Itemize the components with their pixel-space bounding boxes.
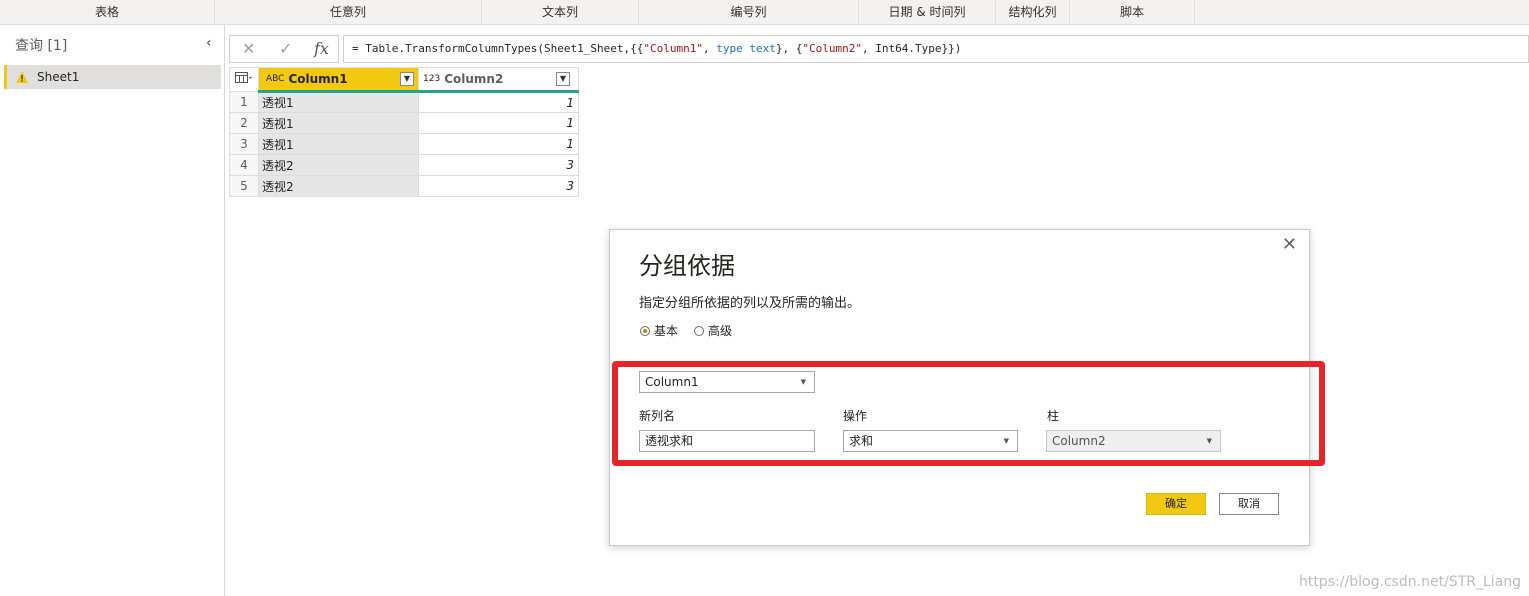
query-item-label: Sheet1: [37, 70, 80, 84]
chevron-down-icon: ▼: [1003, 437, 1009, 445]
row-number: 5: [229, 175, 259, 197]
row-number: 1: [229, 91, 259, 113]
formula-bar-controls: ✕ ✓ fx: [229, 35, 339, 63]
group-by-dialog: ✕ 分组依据 指定分组所依据的列以及所需的输出。 基本 高级 Column1 ▼…: [609, 229, 1310, 546]
chevron-left-icon[interactable]: ‹: [206, 35, 212, 51]
formula-text: }, {: [775, 42, 803, 55]
operation-label: 操作: [843, 409, 868, 423]
cell[interactable]: 3: [418, 154, 579, 176]
column-name: Column1: [288, 72, 348, 86]
cell[interactable]: 1: [418, 112, 579, 134]
ribbon-group-number-column[interactable]: 编号列: [639, 0, 859, 24]
check-icon[interactable]: ✓: [279, 39, 292, 58]
ribbon-tabs: 表格 任意列 文本列 编号列 日期 & 时间列 结构化列 脚本: [0, 0, 1529, 25]
table-row: 5 透视2 3: [229, 175, 579, 197]
data-grid: ABC Column1 ▼ 123 Column2 ▼ 1 透视1 1 2 透视…: [229, 67, 579, 197]
cell[interactable]: 1: [418, 91, 579, 113]
fx-icon[interactable]: fx: [314, 39, 329, 58]
ribbon-group-scripts[interactable]: 脚本: [1070, 0, 1195, 24]
ribbon-group-text-column[interactable]: 文本列: [482, 0, 639, 24]
cell[interactable]: 透视1: [258, 133, 419, 155]
ribbon-group-table[interactable]: 表格: [0, 0, 215, 24]
radio-unselected-icon[interactable]: [694, 325, 704, 336]
formula-bar[interactable]: = Table.TransformColumnTypes(Sheet1_Shee…: [343, 35, 1529, 63]
table-row: 4 透视2 3: [229, 154, 579, 176]
select-value: Column1: [645, 375, 699, 389]
select-value: 求和: [849, 434, 874, 448]
row-number: 4: [229, 154, 259, 176]
number-type-icon[interactable]: 123: [423, 74, 440, 84]
text-type-icon[interactable]: ABC: [266, 74, 284, 84]
column-name: Column2: [444, 72, 504, 86]
chevron-down-icon: ▼: [800, 378, 806, 386]
cell[interactable]: 透视2: [258, 175, 419, 197]
select-value: Column2: [1052, 434, 1106, 448]
queries-title: 查询 [1]: [15, 38, 68, 54]
radio-advanced[interactable]: 高级: [694, 322, 732, 339]
filter-dropdown-icon[interactable]: ▼: [556, 72, 570, 86]
cancel-button[interactable]: 取消: [1219, 493, 1279, 515]
radio-basic[interactable]: 基本: [640, 322, 678, 339]
table-row: 3 透视1 1: [229, 133, 579, 155]
radio-label: 基本: [654, 324, 679, 338]
chevron-down-icon: ▼: [1206, 437, 1212, 445]
radio-selected-icon[interactable]: [640, 325, 650, 336]
new-column-name-input[interactable]: 透视求和: [639, 430, 815, 452]
formula-text: , Int64.Type}}): [862, 42, 962, 55]
cell[interactable]: 透视1: [258, 91, 419, 113]
table-row: 1 透视1 1: [229, 91, 579, 113]
radio-label: 高级: [708, 324, 733, 338]
formula-text: = Table.TransformColumnTypes(Sheet1_Shee…: [352, 42, 644, 55]
new-column-name-label: 新列名: [639, 409, 676, 423]
cancel-icon[interactable]: ✕: [242, 39, 255, 58]
ribbon-group-any-column[interactable]: 任意列: [215, 0, 482, 24]
ribbon-group-structured-column[interactable]: 结构化列: [996, 0, 1070, 24]
formula-text: ,: [703, 42, 717, 55]
close-icon[interactable]: ✕: [1282, 234, 1297, 255]
cell[interactable]: 1: [418, 133, 579, 155]
formula-keyword: type: [716, 42, 743, 55]
column-header-column2[interactable]: 123 Column2 ▼: [418, 67, 579, 93]
row-number: 3: [229, 133, 259, 155]
table-row: 2 透视1 1: [229, 112, 579, 134]
cell[interactable]: 透视1: [258, 112, 419, 134]
group-by-column-select[interactable]: Column1 ▼: [639, 371, 815, 393]
row-number: 2: [229, 112, 259, 134]
table-menu-icon[interactable]: [229, 67, 259, 92]
query-item-sheet1[interactable]: Sheet1: [4, 65, 221, 89]
cell[interactable]: 3: [418, 175, 579, 197]
dialog-description: 指定分组所依据的列以及所需的输出。: [639, 296, 861, 311]
cell[interactable]: 透视2: [258, 154, 419, 176]
operation-select[interactable]: 求和 ▼: [843, 430, 1018, 452]
watermark: https://blog.csdn.net/STR_Liang: [1299, 574, 1521, 590]
warning-icon: [16, 71, 28, 83]
input-value: 透视求和: [645, 434, 694, 448]
column-label: 柱: [1047, 409, 1060, 423]
queries-pane: 查询 [1] ‹ Sheet1: [0, 25, 225, 596]
formula-keyword: text: [749, 42, 776, 55]
column-select[interactable]: Column2 ▼: [1046, 430, 1221, 452]
formula-text: "Column1": [643, 42, 704, 55]
ribbon-group-datetime-column[interactable]: 日期 & 时间列: [859, 0, 996, 24]
dialog-title: 分组依据: [639, 252, 735, 280]
formula-text: "Column2": [802, 42, 862, 55]
column-header-column1[interactable]: ABC Column1 ▼: [258, 67, 419, 93]
filter-dropdown-icon[interactable]: ▼: [400, 72, 414, 86]
ok-button[interactable]: 确定: [1146, 493, 1206, 515]
